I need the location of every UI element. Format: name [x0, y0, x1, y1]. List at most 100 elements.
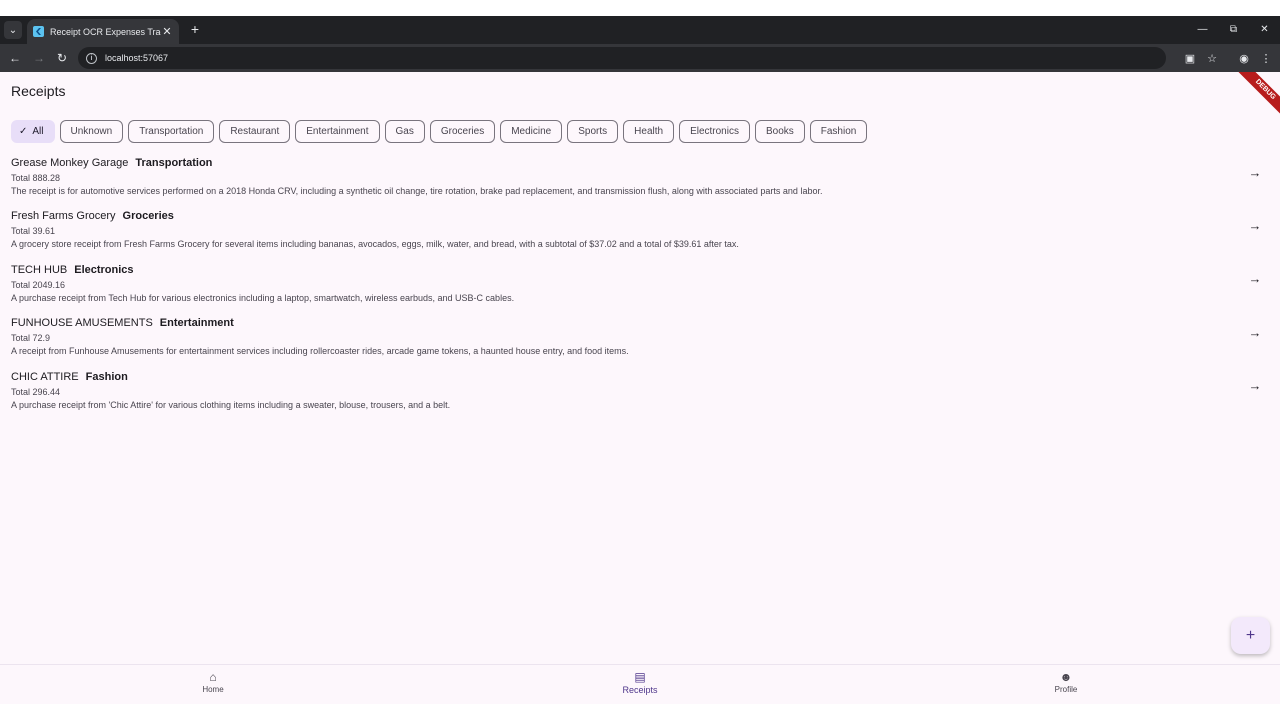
filter-chip-label: All: [32, 126, 44, 137]
receipt-merchant: CHIC ATTIRE: [11, 370, 79, 383]
cast-icon[interactable]: ▣: [1182, 50, 1198, 66]
debug-banner: DEBUG: [1237, 72, 1280, 118]
receipt-merchant: Fresh Farms Grocery: [11, 210, 116, 223]
filter-chip-transportation[interactable]: Transportation: [128, 120, 215, 143]
home-icon: ⌂: [209, 670, 217, 684]
filter-chip-health[interactable]: Health: [623, 120, 675, 143]
receipt-category: Transportation: [135, 157, 213, 169]
filter-chip-label: Transportation: [139, 126, 204, 137]
back-arrow-icon[interactable]: ←: [7, 50, 23, 66]
receipt-list-item[interactable]: FUNHOUSE AMUSEMENTS Entertainment Total 72…: [0, 314, 1280, 367]
restore-icon[interactable]: ⧉: [1218, 16, 1249, 42]
nav-label: Home: [202, 685, 224, 694]
filter-chip-label: Books: [765, 126, 794, 137]
filter-chip-label: Restaurant: [230, 126, 280, 137]
category-filter-chips: ✓ All Unknown Transportation Restaurant Enter…: [11, 120, 868, 143]
filter-chip-sports[interactable]: Sports: [567, 120, 619, 143]
filter-chip-books[interactable]: Books: [754, 120, 805, 143]
filter-chip-label: Groceries: [440, 126, 485, 137]
arrow-forward-icon[interactable]: →: [1248, 218, 1262, 233]
filter-chip-label: Unknown: [70, 126, 113, 137]
filter-chip-unknown[interactable]: Unknown: [59, 120, 124, 143]
filter-chip-label: Health: [634, 126, 664, 137]
receipt-description: A purchase receipt from Tech Hub for var…: [11, 292, 515, 303]
arrow-forward-icon[interactable]: →: [1248, 378, 1262, 393]
filter-chip-fashion[interactable]: Fashion: [809, 120, 868, 143]
filter-chip-all[interactable]: ✓ All: [11, 120, 55, 143]
filter-chip-label: Entertainment: [306, 126, 369, 137]
receipt-total: Total 72.9: [11, 333, 51, 344]
receipt-description: A grocery store receipt from Fresh Farms…: [11, 239, 739, 250]
receipt-icon: ▤: [634, 670, 646, 684]
receipt-description: The receipt is for automotive services p…: [11, 186, 823, 196]
screen-bottom-edge: [0, 704, 1280, 720]
receipt-category: Fashion: [85, 370, 128, 383]
receipt-category: Electronics: [74, 263, 134, 276]
url-text: localhost:57067: [105, 53, 169, 63]
app-viewport: Receipts DEBUG ✓ All Unknown Transportation…: [0, 72, 1280, 704]
receipt-header: CHIC ATTIRE Fashion: [11, 368, 1280, 386]
filter-chip-label: Gas: [395, 126, 414, 137]
filter-chip-label: Sports: [578, 126, 608, 137]
receipt-total: Total 296.44: [11, 386, 61, 397]
address-bar[interactable]: i localhost:57067: [78, 47, 1166, 69]
close-window-icon[interactable]: ✕: [1249, 16, 1280, 42]
screen-top-edge: [0, 0, 1280, 16]
person-icon: ☻: [1059, 670, 1073, 684]
flutter-favicon-icon: [33, 26, 44, 37]
filter-chip-label: Medicine: [511, 126, 552, 137]
receipt-header: Grease Monkey Garage Transportation: [11, 154, 1280, 172]
tab-search-chevron-icon[interactable]: ⌄: [4, 21, 22, 39]
site-info-icon[interactable]: i: [86, 52, 97, 64]
add-receipt-button[interactable]: +: [1231, 617, 1270, 654]
filter-chip-gas[interactable]: Gas: [384, 120, 425, 143]
profile-avatar-icon[interactable]: ◉: [1236, 50, 1252, 66]
filter-chip-electronics[interactable]: Electronics: [679, 120, 750, 143]
receipt-list-item[interactable]: CHIC ATTIRE Fashion Total 296.44 A purchase…: [0, 368, 1280, 421]
filter-chip-restaurant[interactable]: Restaurant: [219, 120, 291, 143]
filter-chip-entertainment[interactable]: Entertainment: [295, 120, 380, 143]
browser-tab[interactable]: Receipt OCR Expenses Tracker ✕: [27, 19, 179, 44]
nav-item-home[interactable]: ⌂ Home: [168, 670, 258, 694]
receipt-list-item[interactable]: Fresh Farms Grocery Groceries Total 39.61 A…: [0, 207, 1280, 260]
filter-chip-label: Electronics: [690, 126, 739, 137]
tab-close-icon[interactable]: ✕: [161, 25, 173, 38]
nav-label: Receipts: [622, 685, 658, 695]
toolbar-actions: ▣ ☆ ◉ ⋮: [1182, 50, 1274, 66]
nav-item-profile[interactable]: ☻ Profile: [1021, 670, 1111, 694]
page-title: Receipts: [11, 83, 66, 99]
receipt-category: Groceries: [122, 210, 174, 223]
receipt-description: A purchase receipt from 'Chic Attire' fo…: [11, 399, 451, 410]
window-controls: — ⧉ ✕: [1187, 16, 1280, 44]
receipt-total: Total 888.28: [11, 173, 61, 183]
bookmark-star-icon[interactable]: ☆: [1204, 50, 1220, 66]
filter-chip-groceries[interactable]: Groceries: [429, 120, 496, 143]
receipt-category: Entertainment: [159, 317, 234, 330]
nav-item-receipts[interactable]: ▤ Receipts: [595, 670, 685, 695]
filter-chip-label: Fashion: [820, 126, 857, 137]
receipt-total: Total 39.61: [11, 226, 56, 237]
receipt-header: TECH HUB Electronics: [11, 261, 1280, 279]
receipt-total: Total 2049.16: [11, 279, 66, 290]
minimize-icon[interactable]: —: [1187, 16, 1218, 42]
receipt-header: FUNHOUSE AMUSEMENTS Entertainment: [11, 314, 1280, 332]
kebab-menu-icon[interactable]: ⋮: [1258, 50, 1274, 66]
arrow-forward-icon[interactable]: →: [1248, 271, 1262, 286]
arrow-forward-icon[interactable]: →: [1248, 165, 1262, 180]
receipt-list-item[interactable]: TECH HUB Electronics Total 2049.16 A purcha…: [0, 261, 1280, 314]
new-tab-plus-icon[interactable]: +: [187, 20, 203, 38]
receipt-merchant: Grease Monkey Garage: [11, 157, 129, 169]
plus-icon: +: [1245, 626, 1256, 644]
tab-title: Receipt OCR Expenses Tracker: [50, 26, 161, 37]
checkmark-icon: ✓: [19, 126, 28, 137]
receipt-list-item[interactable]: Grease Monkey Garage Transportation Total …: [0, 154, 1280, 207]
nav-label: Profile: [1054, 685, 1078, 694]
browser-toolbar: ← → ↻ i localhost:57067 ▣ ☆ ◉ ⋮: [0, 44, 1280, 72]
receipt-merchant: TECH HUB: [11, 263, 68, 276]
forward-arrow-icon[interactable]: →: [31, 50, 47, 66]
reload-icon[interactable]: ↻: [54, 50, 70, 66]
browser-tabstrip: ⌄ Receipt OCR Expenses Tracker ✕ + — ⧉ ✕: [0, 16, 1280, 44]
filter-chip-medicine[interactable]: Medicine: [500, 120, 563, 143]
receipt-merchant: FUNHOUSE AMUSEMENTS: [11, 317, 153, 330]
arrow-forward-icon[interactable]: →: [1248, 325, 1262, 340]
